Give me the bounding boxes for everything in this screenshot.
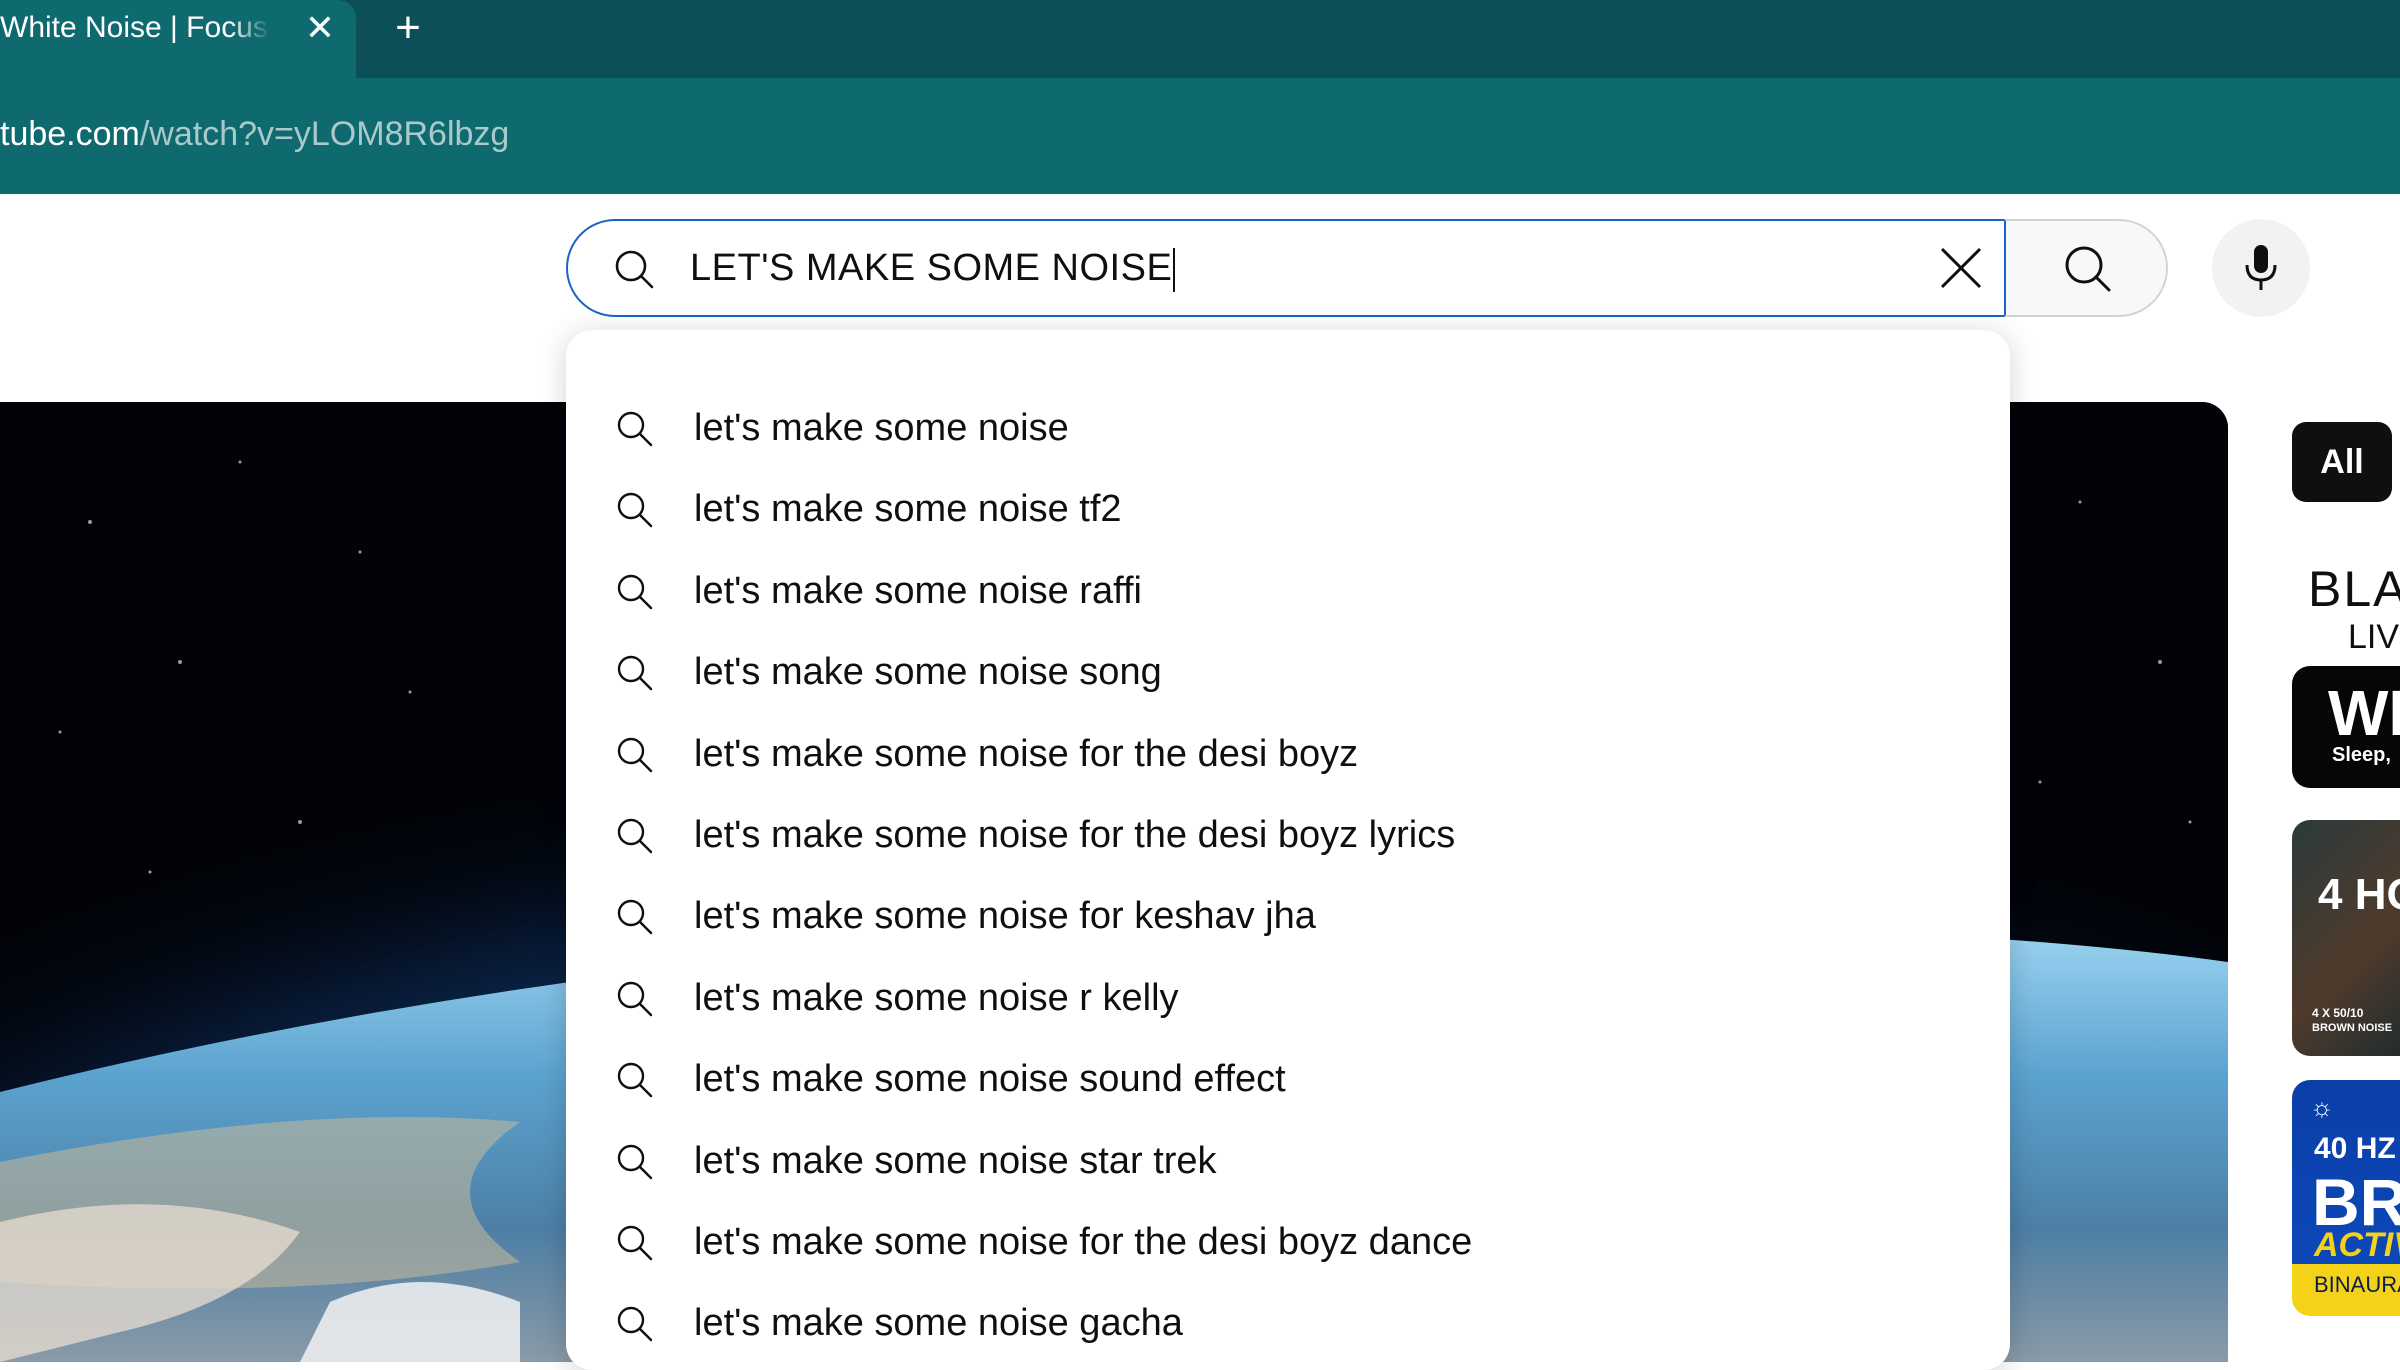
suggestion-text: let's make some noise for keshav jha <box>694 895 1316 938</box>
url-text[interactable]: tube.com/watch?v=yLOM8R6lbzg <box>0 106 509 162</box>
search-icon <box>617 737 653 772</box>
search-icon <box>617 411 653 447</box>
search-icon <box>617 574 653 609</box>
search-input[interactable]: LET'S MAKE SOME NOISE <box>690 221 1176 315</box>
search-icon <box>617 900 653 935</box>
search-suggestions-dropdown: let's make some noise let's make some no… <box>566 330 2010 1370</box>
thumb1-subtitle: LIV <box>2348 618 2400 656</box>
suggestion-text: let's make some noise sound effect <box>694 1058 1286 1101</box>
suggestion-text: let's make some noise gacha <box>694 1302 1183 1345</box>
suggestion-item[interactable]: let's make some noise gacha <box>566 1283 2010 1364</box>
search-icon <box>617 981 653 1016</box>
search-icon <box>617 1225 653 1261</box>
suggestion-list: let's make some noise let's make some no… <box>566 388 2010 1365</box>
suggestion-text: let's make some noise raffi <box>694 569 1142 612</box>
related-video-3[interactable]: ☼ 40 HZ BR ACTIV BINAURA <box>2292 1080 2400 1316</box>
suggestion-item[interactable]: let's make some noise tf2 <box>566 469 2010 550</box>
thumb2-detail-2: BROWN NOISE <box>2312 1022 2393 1034</box>
thumb1-image: WI Sleep, <box>2292 666 2400 788</box>
browser-tab-active[interactable]: White Noise | Focus ✕ <box>0 0 356 78</box>
search-icon <box>617 1144 653 1179</box>
url-host: tube.com <box>0 115 140 153</box>
close-icon[interactable] <box>1936 243 1986 293</box>
search-icon <box>617 493 653 528</box>
suggestion-text: let's make some noise for the desi boyz … <box>694 813 1456 856</box>
text-caret <box>1173 247 1176 292</box>
search-query: LET'S MAKE SOME NOISE <box>690 247 1173 289</box>
search-icon <box>615 250 654 289</box>
thumb1-small-text: Sleep, <box>2332 744 2391 766</box>
related-video-2[interactable]: 4 HO 4 X 50/10 BROWN NOISE <box>2292 820 2400 1056</box>
filter-chip-all[interactable]: All <box>2292 422 2392 502</box>
thumb3-subtitle: 40 HZ <box>2314 1132 2396 1165</box>
thumb3-footer: BINAURA <box>2314 1272 2400 1297</box>
thumb1-big-text: WI <box>2328 677 2400 749</box>
browser-tab-bar: White Noise | Focus ✕ + <box>0 0 2400 78</box>
suggestion-item[interactable]: let's make some noise star trek <box>566 1121 2010 1202</box>
search-button[interactable] <box>2004 219 2168 317</box>
suggestion-item[interactable]: let's make some noise for the desi boyz <box>566 714 2010 795</box>
suggestion-text: let's make some noise r kelly <box>694 976 1179 1019</box>
thumb2-title: 4 HO <box>2318 870 2400 919</box>
search-icon <box>2065 246 2111 292</box>
search-box[interactable]: LET'S MAKE SOME NOISE <box>566 219 2004 317</box>
suggestion-text: let's make some noise star trek <box>694 1139 1217 1182</box>
suggestion-item[interactable]: let's make some noise song <box>566 632 2010 713</box>
suggestion-item[interactable]: let's make some noise for the desi boyz … <box>566 795 2010 876</box>
thumb3-tagline: ACTIV <box>2314 1226 2400 1264</box>
microphone-icon <box>2245 245 2277 290</box>
new-tab-icon[interactable]: + <box>386 6 430 50</box>
suggestion-item[interactable]: let's make some noise r kelly <box>566 958 2010 1039</box>
address-bar[interactable]: tube.com/watch?v=yLOM8R6lbzg <box>0 78 2400 194</box>
search-icon <box>617 655 653 691</box>
suggestion-item[interactable]: let's make some noise for the desi boyz … <box>566 1202 2010 1283</box>
search-icon <box>617 1307 653 1342</box>
thumb2-detail: 4 X 50/10 <box>2312 1006 2364 1020</box>
tab-title: White Noise | Focus <box>0 11 268 44</box>
suggestion-item[interactable]: let's make some noise sound effect <box>566 1039 2010 1120</box>
suggestion-item[interactable]: let's make some noise raffi <box>566 551 2010 632</box>
voice-search-button[interactable] <box>2212 219 2310 317</box>
suggestion-text: let's make some noise tf2 <box>694 488 1122 531</box>
suggestion-item[interactable]: let's make some noise <box>566 388 2010 469</box>
suggestion-item[interactable]: let's make some noise for keshav jha <box>566 876 2010 957</box>
thumb1-title: BLA <box>2308 561 2400 617</box>
url-path: /watch?v=yLOM8R6lbzg <box>139 115 510 153</box>
suggestion-text: let's make some noise for the desi boyz … <box>694 1220 1473 1263</box>
search-icon <box>617 1062 653 1098</box>
headphones-icon: ☼ <box>2310 1092 2334 1122</box>
suggestion-text: let's make some noise for the desi boyz <box>694 732 1359 775</box>
suggestion-text: let's make some noise <box>694 407 1069 449</box>
search-icon <box>617 818 653 854</box>
suggestion-text: let's make some noise song <box>694 651 1162 694</box>
close-tab-icon[interactable]: ✕ <box>300 8 340 48</box>
